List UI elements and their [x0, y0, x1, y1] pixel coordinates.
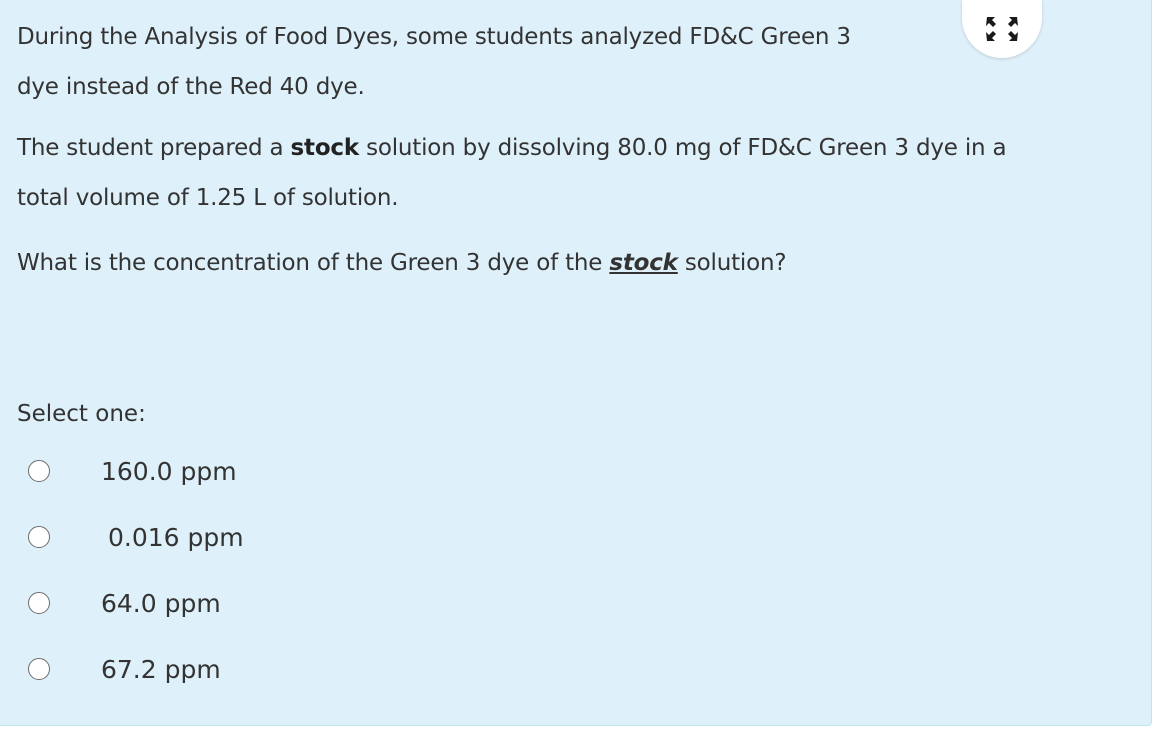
answer-option-label[interactable]: 67.2 ppm — [101, 655, 221, 684]
stock-description-line2: total volume of 1.25 L of solution. — [17, 185, 399, 211]
answer-option-label[interactable]: 160.0 ppm — [101, 457, 237, 486]
answer-option-label[interactable]: 64.0 ppm — [101, 589, 221, 618]
select-one-label: Select one: — [17, 401, 146, 427]
answer-option-3[interactable]: 64.0 ppm — [28, 583, 221, 623]
prompt-text-after: solution? — [677, 250, 787, 276]
answer-option-4[interactable]: 67.2 ppm — [28, 649, 221, 689]
answer-option-1[interactable]: 160.0 ppm — [28, 451, 237, 491]
question-panel: During the Analysis of Food Dyes, some s… — [0, 0, 1152, 726]
stock-text-before: The student prepared a — [17, 135, 291, 161]
question-intro-line2: dye instead of the Red 40 dye. — [17, 74, 365, 100]
expand-arrows-icon — [982, 14, 1022, 44]
prompt-emphasis-word: stock — [609, 250, 678, 276]
stock-text-after: solution by dissolving 80.0 mg of FD&C G… — [358, 135, 1007, 161]
stock-description-line1: The student prepared a stock solution by… — [17, 123, 1117, 173]
answer-option-label[interactable]: 0.016 ppm — [108, 523, 244, 552]
radio-button[interactable] — [28, 592, 50, 614]
question-stock-description: The student prepared a stock solution by… — [17, 123, 1117, 223]
radio-button[interactable] — [28, 460, 50, 482]
radio-button[interactable] — [28, 526, 50, 548]
answer-option-2[interactable]: 0.016 ppm — [28, 517, 244, 557]
question-intro-line1: During the Analysis of Food Dyes, some s… — [17, 24, 851, 50]
stock-bold-word: stock — [290, 135, 360, 161]
prompt-text-before: What is the concentration of the Green 3… — [17, 250, 610, 276]
radio-button[interactable] — [28, 658, 50, 680]
question-intro: During the Analysis of Food Dyes, some s… — [17, 12, 917, 112]
question-prompt: What is the concentration of the Green 3… — [17, 238, 1117, 288]
